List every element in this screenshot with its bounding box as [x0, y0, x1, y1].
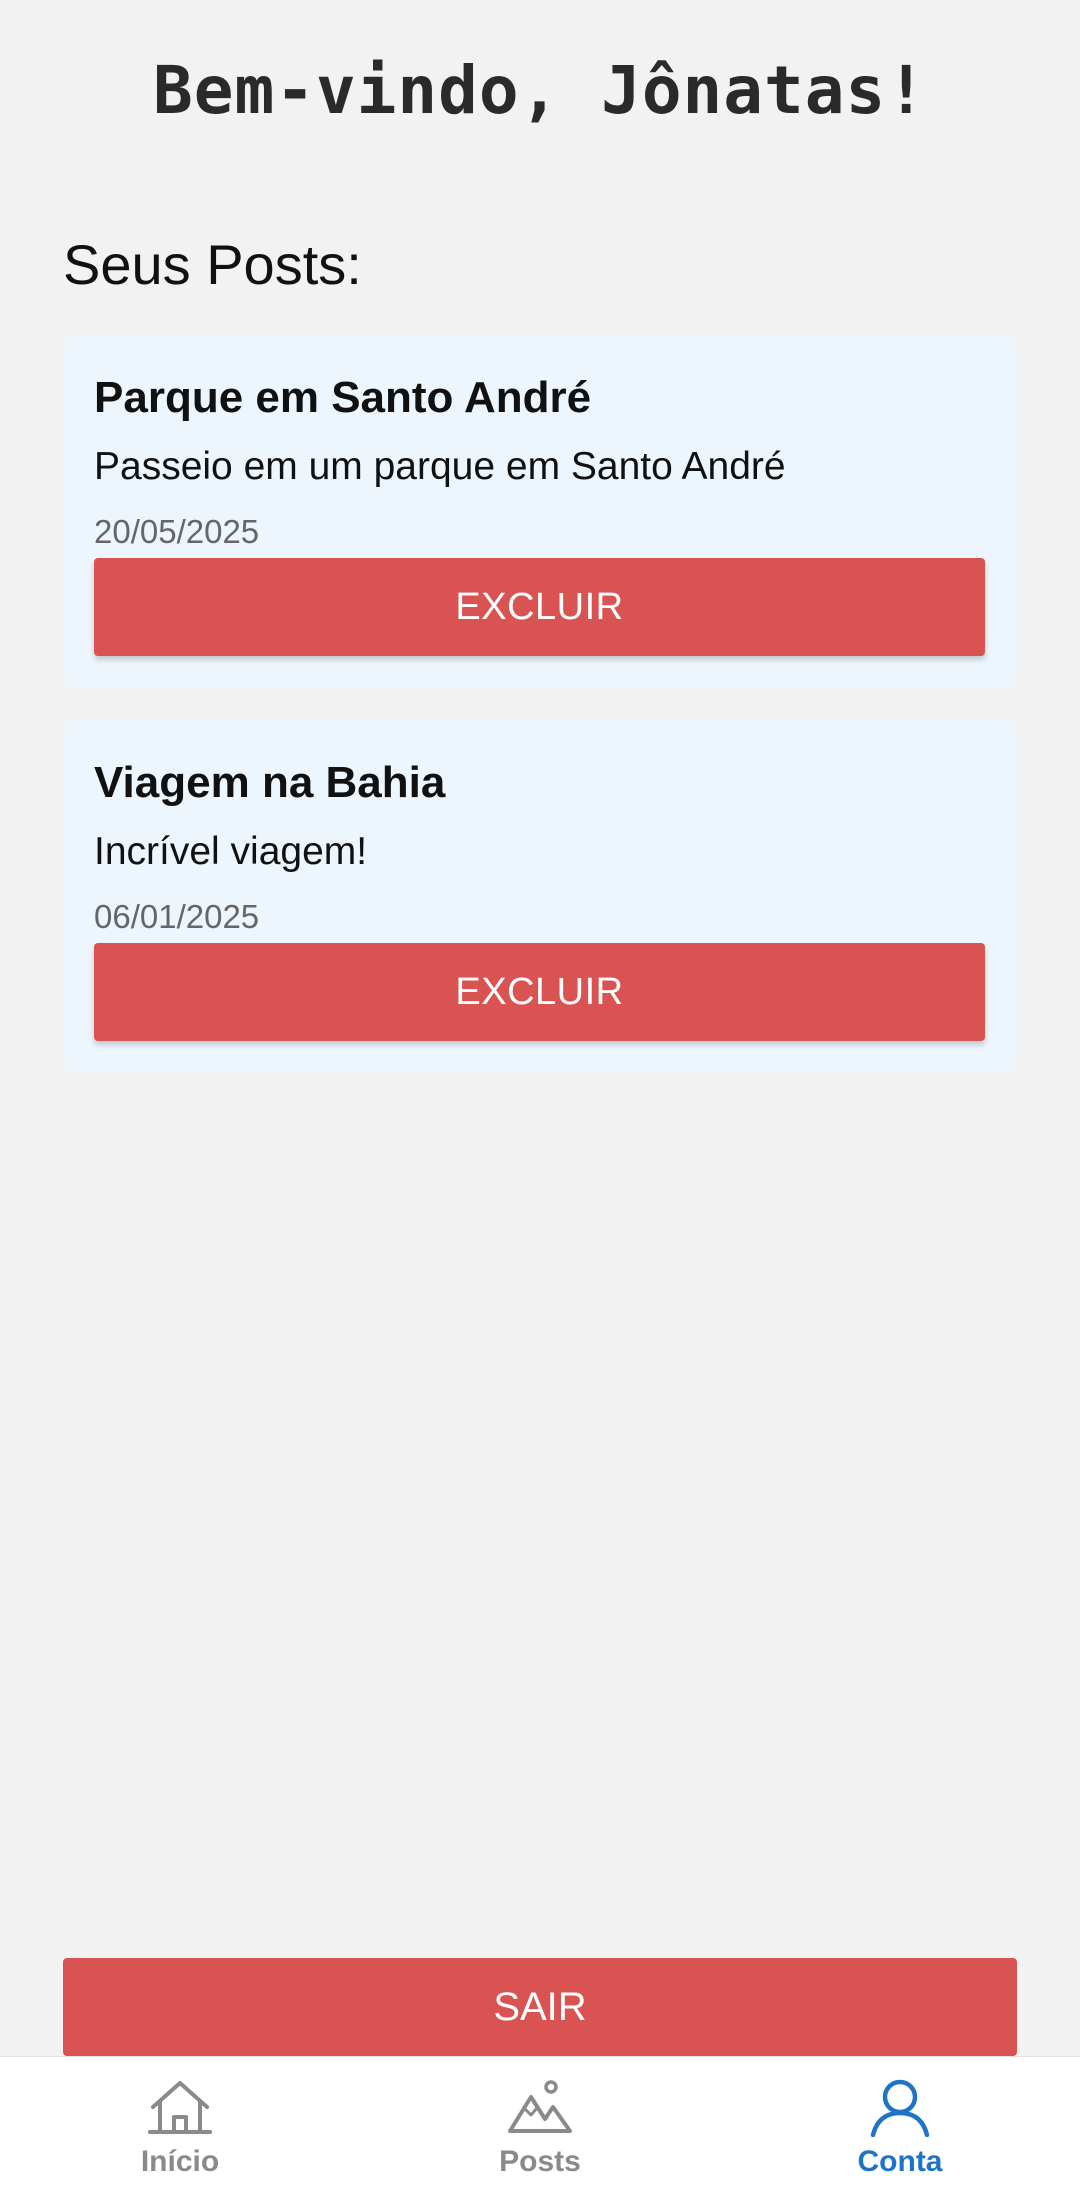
post-card: Viagem na Bahia Incrível viagem! 06/01/2… — [63, 720, 1017, 1072]
user-icon — [870, 2079, 930, 2137]
post-card: Parque em Santo André Passeio em um parq… — [63, 335, 1017, 687]
post-description: Incrível viagem! — [94, 830, 368, 873]
post-date: 20/05/2025 — [94, 513, 260, 550]
nav-label: Posts — [499, 2145, 581, 2178]
delete-post-button[interactable]: EXCLUIR — [94, 943, 985, 1041]
nav-item-conta[interactable]: Conta — [800, 2057, 1000, 2187]
bottom-navigation: Início Posts Conta — [0, 2056, 1080, 2187]
logout-button[interactable]: SAIR — [63, 1958, 1017, 2056]
delete-post-button[interactable]: EXCLUIR — [94, 558, 985, 656]
nav-item-inicio[interactable]: Início — [80, 2057, 280, 2187]
welcome-title: Bem-vindo, Jônatas! — [153, 52, 927, 129]
nav-item-posts[interactable]: Posts — [440, 2057, 640, 2187]
section-title: Seus Posts: — [63, 233, 362, 296]
post-date: 06/01/2025 — [94, 898, 260, 935]
post-title: Viagem na Bahia — [94, 758, 446, 807]
nav-label: Início — [140, 2145, 220, 2178]
home-icon — [148, 2081, 212, 2134]
post-description: Passeio em um parque em Santo André — [94, 445, 786, 488]
mountain-icon — [508, 2080, 572, 2133]
nav-label: Conta — [857, 2145, 943, 2178]
post-title: Parque em Santo André — [94, 373, 592, 422]
